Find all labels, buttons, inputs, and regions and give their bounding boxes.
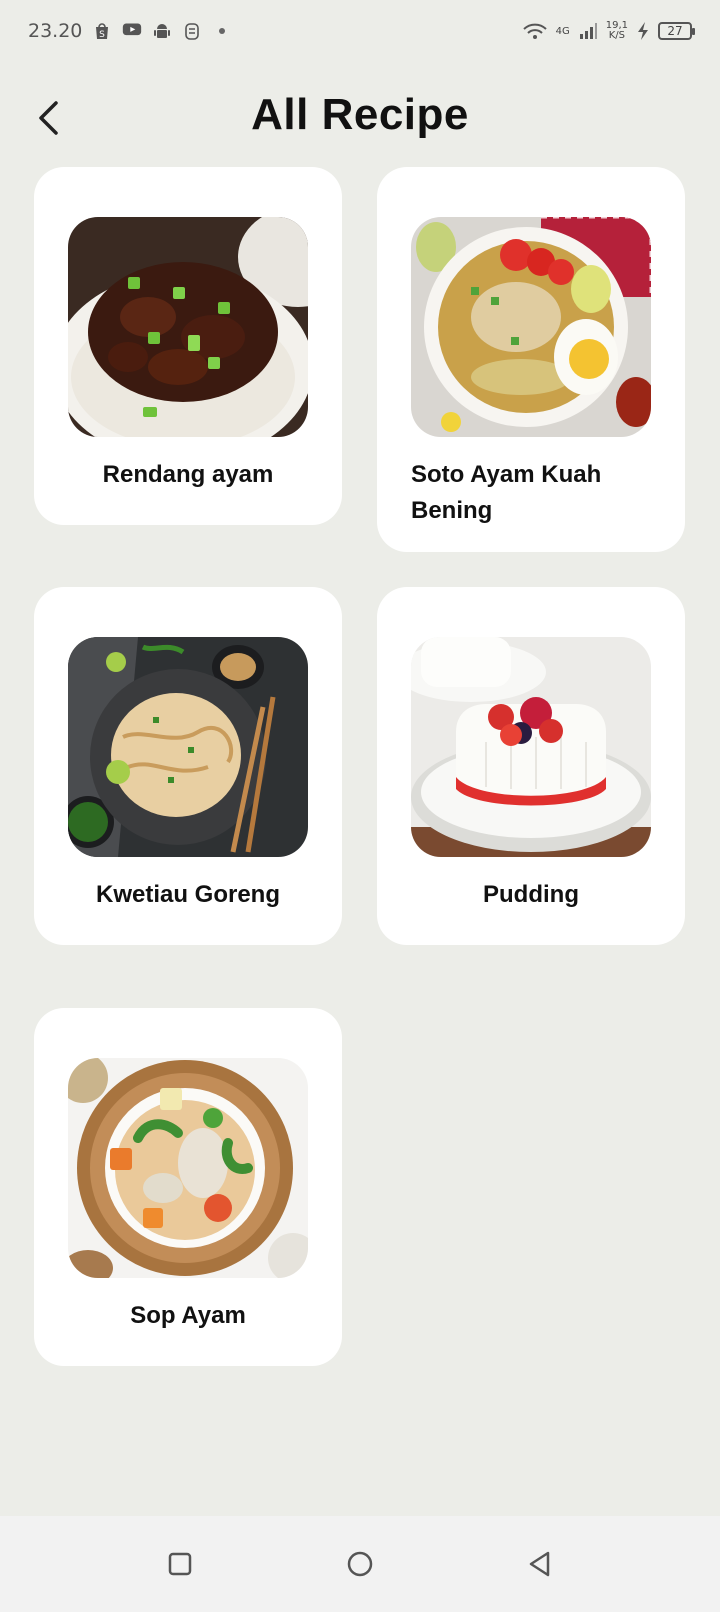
net-speed: 19,1 K/S xyxy=(606,21,628,41)
net-speed-unit: K/S xyxy=(608,30,625,41)
home-button[interactable] xyxy=(340,1544,380,1584)
recipe-card[interactable]: Kwetiau Goreng xyxy=(34,587,342,945)
recipe-card[interactable]: Pudding xyxy=(377,587,685,945)
recipe-name: Rendang ayam xyxy=(102,461,274,488)
recipe-name: Kwetiau Goreng xyxy=(95,881,281,908)
charging-bolt-icon xyxy=(636,21,650,41)
status-bar: 23.20 S 4G 19,1 K/S 27 xyxy=(0,0,720,62)
battery-indicator: 27 xyxy=(658,22,695,40)
recipe-name: Sop Ayam xyxy=(130,1302,246,1329)
recipe-image xyxy=(411,637,651,857)
recipe-name: Soto Ayam Kuah Bening xyxy=(411,461,602,524)
back-nav-button[interactable] xyxy=(520,1544,560,1584)
recipe-image xyxy=(68,637,308,857)
recent-apps-button[interactable] xyxy=(160,1544,200,1584)
circle-icon xyxy=(347,1551,373,1577)
recipe-name: Pudding xyxy=(483,881,579,908)
recipe-card[interactable]: Rendang ayam xyxy=(34,167,342,525)
page-title: All Recipe xyxy=(251,90,469,139)
wifi-icon xyxy=(522,21,548,41)
youtube-icon xyxy=(122,21,142,41)
recipe-card[interactable]: Soto Ayam Kuah Bening xyxy=(377,167,685,552)
status-time: 23.20 xyxy=(28,20,83,42)
square-icon xyxy=(168,1552,192,1576)
network-type: 4G xyxy=(555,25,570,37)
status-left: 23.20 S xyxy=(28,20,232,42)
triangle-back-icon xyxy=(529,1551,550,1577)
status-right: 4G 19,1 K/S 27 xyxy=(522,21,695,41)
recipe-image xyxy=(68,217,308,437)
system-nav-bar xyxy=(0,1516,720,1612)
recipe-image xyxy=(68,1058,308,1278)
svg-text:S: S xyxy=(100,30,106,40)
shopping-bag-icon: S xyxy=(92,21,112,41)
android-icon xyxy=(152,21,172,41)
signal-icon xyxy=(578,21,598,41)
recipe-image xyxy=(411,217,651,437)
more-dot-icon xyxy=(212,21,232,41)
app-notification-icon xyxy=(182,21,202,41)
recipe-card[interactable]: Sop Ayam xyxy=(34,1008,342,1366)
header: All Recipe xyxy=(0,82,720,156)
